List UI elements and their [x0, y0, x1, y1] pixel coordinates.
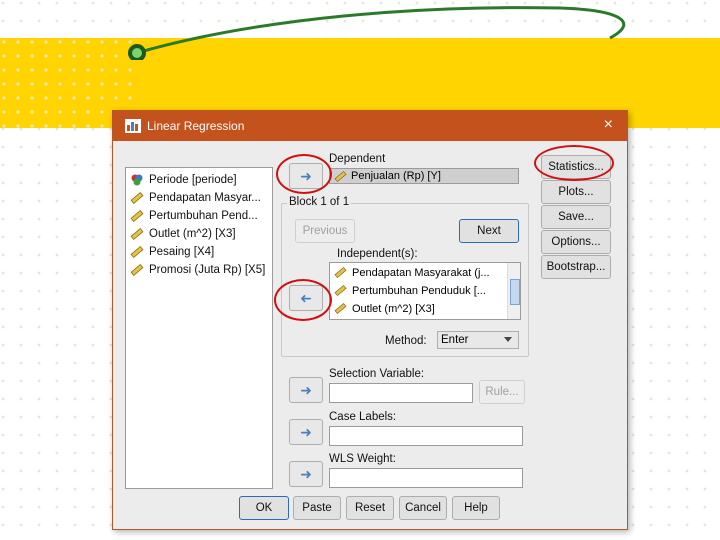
- independents-scrollbar[interactable]: [507, 263, 520, 319]
- ok-button[interactable]: OK: [239, 496, 289, 520]
- ruler-icon: [130, 191, 144, 204]
- variable-label: Pertumbuhan Pend...: [149, 209, 258, 222]
- ruler-icon: [130, 245, 144, 258]
- independents-label: Independent(s):: [337, 248, 418, 260]
- spss-app-icon: [125, 119, 141, 133]
- reset-button[interactable]: Reset: [346, 496, 394, 520]
- independent-item-label: Pertumbuhan Penduduk [...: [352, 284, 486, 297]
- bootstrap-button[interactable]: Bootstrap...: [541, 255, 611, 279]
- help-button[interactable]: Help: [452, 496, 500, 520]
- next-button[interactable]: Next: [459, 219, 519, 243]
- slide-decoration-curve: [128, 6, 626, 60]
- method-select[interactable]: Enter: [437, 331, 519, 349]
- plots-button[interactable]: Plots...: [541, 180, 611, 204]
- independent-arrow-highlight-ring: [274, 279, 332, 321]
- block-label: Block 1 of 1: [287, 196, 352, 208]
- statistics-highlight-ring: [534, 145, 614, 181]
- move-to-case-labels-button[interactable]: ➜: [289, 419, 323, 445]
- variable-label: Pendapatan Masyar...: [149, 191, 261, 204]
- method-value: Enter: [441, 334, 469, 346]
- list-item[interactable]: Outlet (m^2) [X3]: [130, 225, 236, 242]
- dialog-titlebar: Linear Regression ×: [113, 111, 627, 141]
- ruler-icon: [130, 209, 144, 222]
- dependent-field[interactable]: Penjualan (Rp) [Y]: [329, 168, 519, 184]
- close-icon[interactable]: ×: [604, 116, 613, 134]
- save-button[interactable]: Save...: [541, 205, 611, 229]
- variable-label: Outlet (m^2) [X3]: [149, 227, 236, 240]
- method-label: Method:: [385, 335, 427, 347]
- variable-label: Pesaing [X4]: [149, 245, 215, 258]
- wls-weight-field[interactable]: [329, 468, 523, 488]
- list-item[interactable]: Pendapatan Masyar...: [130, 189, 261, 206]
- dependent-arrow-highlight-ring: [276, 154, 332, 194]
- list-item[interactable]: Pesaing [X4]: [130, 243, 214, 260]
- ruler-icon: [334, 302, 347, 315]
- ruler-icon: [130, 263, 144, 276]
- independent-item-label: Outlet (m^2) [X3]: [352, 302, 435, 315]
- list-item[interactable]: Pertumbuhan Pend...: [130, 207, 258, 224]
- list-item[interactable]: Periode [periode]: [130, 171, 237, 188]
- dependent-value: Penjualan (Rp) [Y]: [351, 170, 441, 182]
- independent-item-label: Pendapatan Masyarakat (j...: [352, 266, 490, 279]
- selection-variable-label: Selection Variable:: [329, 368, 425, 380]
- arrow-right-icon: ➜: [300, 381, 312, 398]
- paste-button[interactable]: Paste: [293, 496, 341, 520]
- nominal-icon: [131, 174, 143, 185]
- options-button[interactable]: Options...: [541, 230, 611, 254]
- move-to-wls-button[interactable]: ➜: [289, 461, 323, 487]
- list-item[interactable]: Pertumbuhan Penduduk [...: [334, 284, 486, 297]
- cancel-button[interactable]: Cancel: [399, 496, 447, 520]
- wls-weight-label: WLS Weight:: [329, 453, 396, 465]
- variable-label: Promosi (Juta Rp) [X5]: [149, 263, 266, 276]
- arrow-right-icon: ➜: [300, 423, 312, 440]
- ruler-icon: [334, 266, 347, 279]
- variable-label: Periode [periode]: [149, 173, 237, 186]
- previous-button[interactable]: Previous: [295, 219, 355, 243]
- case-labels-label: Case Labels:: [329, 411, 397, 423]
- case-labels-field[interactable]: [329, 426, 523, 446]
- selection-variable-field[interactable]: [329, 383, 473, 403]
- chevron-down-icon: [504, 337, 512, 342]
- ruler-icon: [334, 170, 347, 182]
- scrollbar-thumb[interactable]: [510, 279, 520, 305]
- dependent-label: Dependent: [329, 153, 386, 165]
- independents-list[interactable]: Pendapatan Masyarakat (j... Pertumbuhan …: [329, 262, 521, 320]
- list-item[interactable]: Pendapatan Masyarakat (j...: [334, 266, 490, 279]
- move-to-selection-button[interactable]: ➜: [289, 377, 323, 403]
- dialog-title: Linear Regression: [147, 119, 245, 133]
- list-item[interactable]: Promosi (Juta Rp) [X5]: [130, 261, 265, 278]
- rule-button[interactable]: Rule...: [479, 380, 525, 404]
- source-variable-list[interactable]: Periode [periode] Pendapatan Masyar... P…: [125, 167, 273, 489]
- ruler-icon: [334, 284, 347, 297]
- list-item[interactable]: Outlet (m^2) [X3]: [334, 302, 435, 315]
- arrow-right-icon: ➜: [300, 465, 312, 482]
- ruler-icon: [130, 227, 144, 240]
